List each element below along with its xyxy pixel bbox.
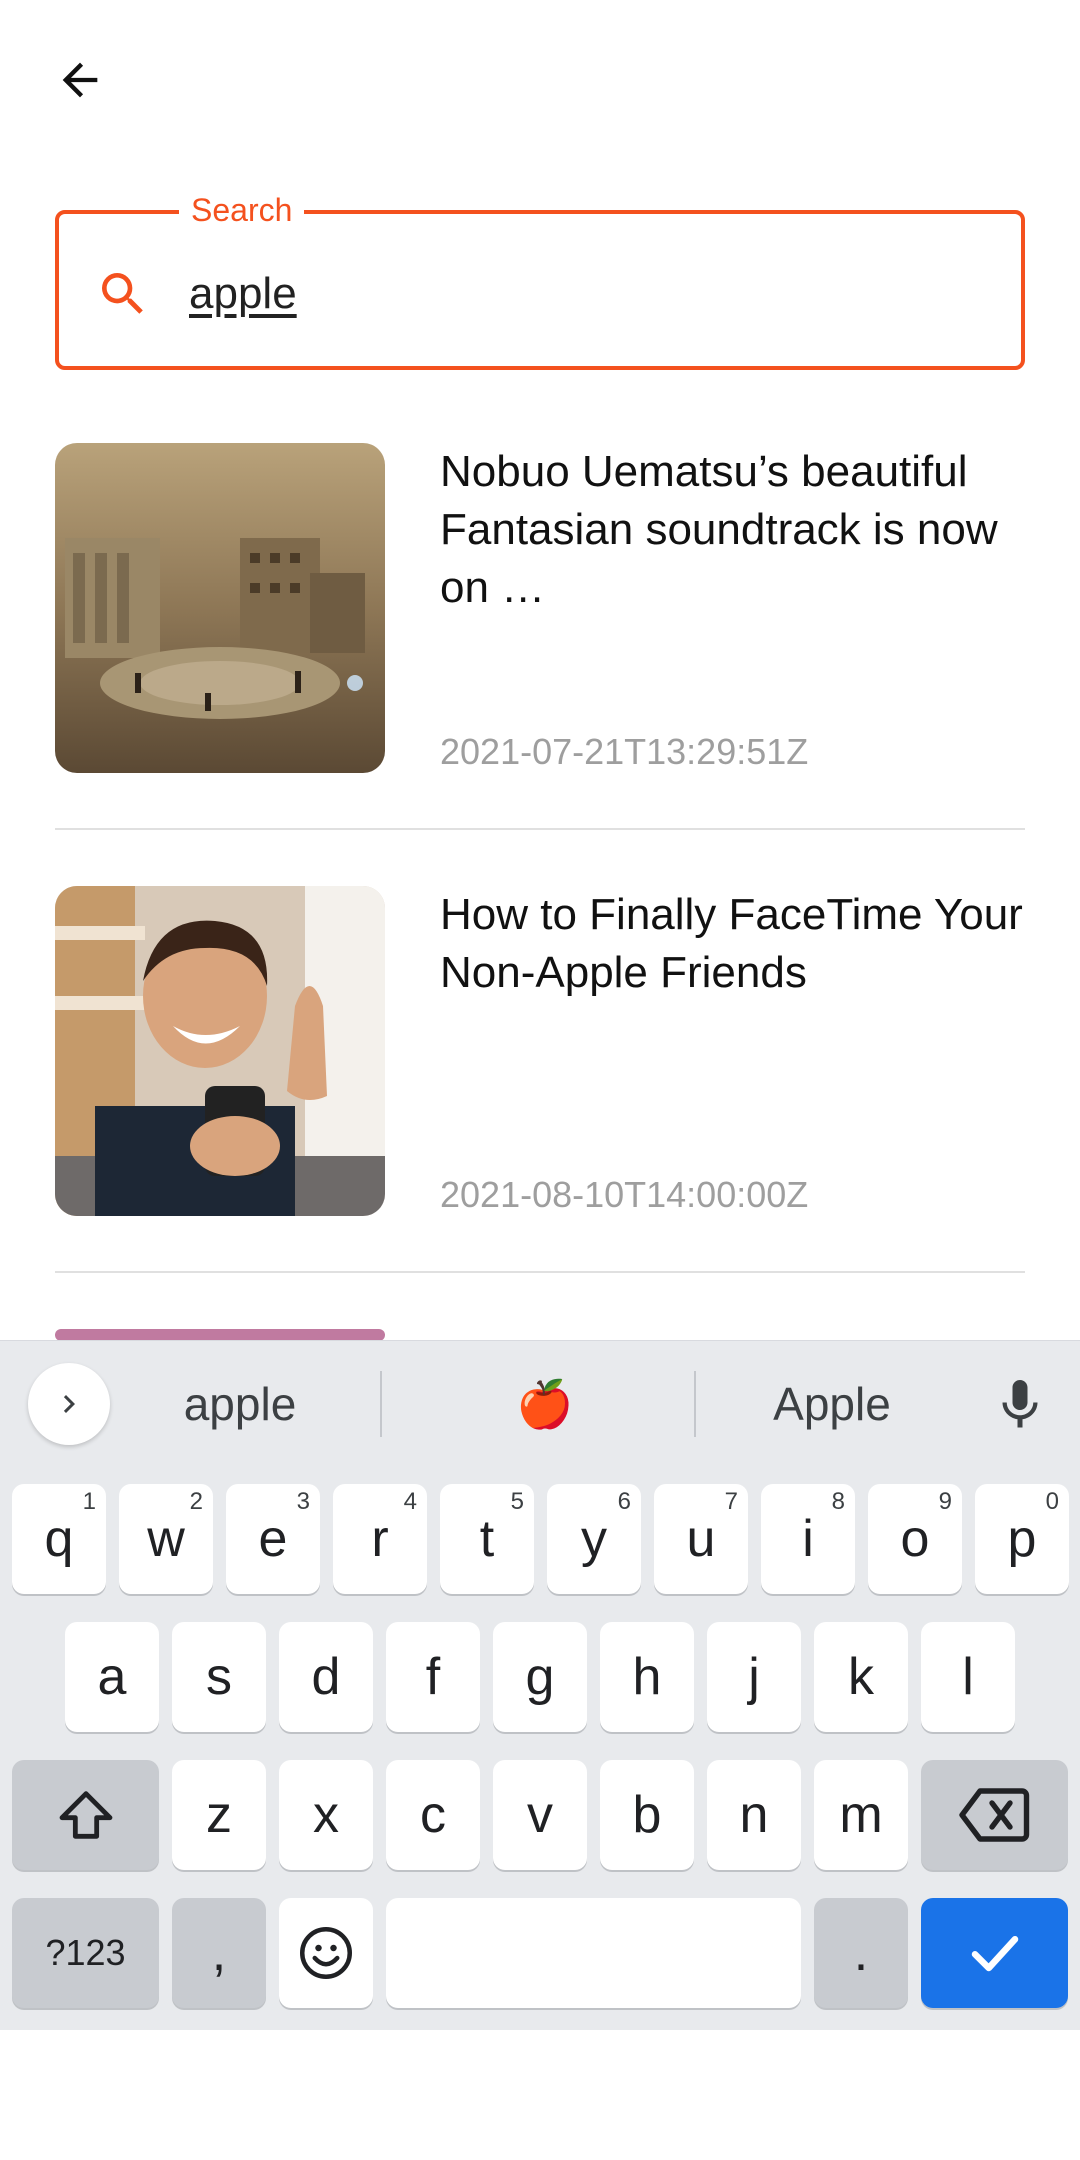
result-thumbnail [55, 443, 385, 773]
key-g[interactable]: g [493, 1622, 587, 1732]
key-a[interactable]: a [65, 1622, 159, 1732]
key-c[interactable]: c [386, 1760, 480, 1870]
screen: Search apple Nobuo Uematsu’s beautiful F… [0, 0, 1080, 2160]
key-label: r [371, 1510, 389, 1568]
key-i[interactable]: i8 [761, 1484, 855, 1594]
key-hint: 8 [831, 1488, 845, 1515]
chevron-right-icon [63, 1395, 75, 1413]
key-hint: 6 [617, 1488, 631, 1515]
result-date: 2021-08-10T14:00:00Z [440, 1174, 809, 1215]
key-z[interactable]: z [172, 1760, 266, 1870]
result-title: How to Finally FaceTime Your Non-Apple F… [440, 890, 1023, 997]
search-field[interactable]: Search apple [55, 190, 1025, 370]
key-b[interactable]: b [600, 1760, 694, 1870]
backspace-icon [958, 1788, 1029, 1842]
key-label: i [802, 1510, 814, 1568]
key-label: y [581, 1510, 607, 1568]
key-hint: 4 [403, 1488, 417, 1515]
key-x[interactable]: x [279, 1760, 373, 1870]
symbols-key[interactable]: ?123 [12, 1898, 159, 2008]
key-m[interactable]: m [814, 1760, 908, 1870]
expand-toolbar-button[interactable] [28, 1363, 110, 1445]
key-hint: 3 [296, 1488, 310, 1515]
result-item[interactable]: Nobuo Uematsu’s beautiful Fantasian soun… [55, 443, 1025, 773]
search-input[interactable]: apple [189, 266, 297, 322]
key-label: o [900, 1510, 930, 1568]
key-q[interactable]: q1 [12, 1484, 106, 1594]
suggestion-capitalized[interactable]: Apple [712, 1369, 952, 1439]
key-h[interactable]: h [600, 1622, 694, 1732]
key-d[interactable]: d [279, 1622, 373, 1732]
back-button[interactable] [40, 40, 120, 120]
result-date: 2021-07-21T13:29:51Z [440, 731, 809, 772]
person-facetime-image [55, 886, 385, 1216]
key-r[interactable]: r4 [333, 1484, 427, 1594]
key-w[interactable]: w2 [119, 1484, 213, 1594]
result-title: Nobuo Uematsu’s beautiful Fantasian soun… [440, 447, 998, 612]
key-label: p [1007, 1510, 1037, 1568]
key-hint: 9 [938, 1488, 952, 1515]
microphone-icon[interactable] [990, 1373, 1050, 1437]
key-f[interactable]: f [386, 1622, 480, 1732]
suggestion-separator [694, 1371, 696, 1437]
shift-icon [59, 1791, 112, 1839]
key-hint: 1 [82, 1488, 96, 1515]
suggestion-apple[interactable]: apple [120, 1369, 360, 1439]
smiley-icon [300, 1927, 352, 1979]
key-label: w [147, 1510, 185, 1568]
key-hint: 7 [724, 1488, 738, 1515]
key-j[interactable]: j [707, 1622, 801, 1732]
period-key[interactable]: . [814, 1898, 908, 2008]
key-t[interactable]: t5 [440, 1484, 534, 1594]
key-o[interactable]: o9 [868, 1484, 962, 1594]
key-e[interactable]: e3 [226, 1484, 320, 1594]
comma-key[interactable]: , [172, 1898, 266, 2008]
onscreen-keyboard: apple 🍎 Apple q1 w2 e3 r4 t5 y6 u7 i8 o9… [0, 1340, 1080, 2030]
key-v[interactable]: v [493, 1760, 587, 1870]
suggestion-separator [380, 1371, 382, 1437]
key-label: e [258, 1510, 288, 1568]
suggestion-bar: apple 🍎 Apple [0, 1341, 1080, 1471]
key-hint: 5 [510, 1488, 524, 1515]
done-key[interactable] [921, 1898, 1068, 2008]
shift-key[interactable] [12, 1760, 159, 1870]
key-p[interactable]: p0 [975, 1484, 1069, 1594]
emoji-key[interactable] [279, 1898, 373, 2008]
key-hint: 0 [1045, 1488, 1059, 1515]
checkmark-icon [971, 1936, 1018, 1972]
navigation-bar [0, 2030, 1080, 2160]
key-n[interactable]: n [707, 1760, 801, 1870]
backspace-key[interactable] [921, 1760, 1068, 1870]
key-label: t [479, 1510, 495, 1568]
key-label: u [686, 1510, 716, 1568]
arrow-left-icon [62, 62, 98, 98]
key-k[interactable]: k [814, 1622, 908, 1732]
divider [55, 828, 1025, 830]
divider [55, 1271, 1025, 1273]
suggestion-emoji[interactable]: 🍎 [400, 1369, 690, 1439]
key-s[interactable]: s [172, 1622, 266, 1732]
space-key[interactable] [386, 1898, 801, 2008]
key-u[interactable]: u7 [654, 1484, 748, 1594]
result-item[interactable]: How to Finally FaceTime Your Non-Apple F… [55, 886, 1025, 1216]
key-label: q [44, 1510, 74, 1568]
search-label: Search [179, 190, 305, 230]
village-scene-image [55, 443, 385, 773]
key-hint: 2 [189, 1488, 203, 1515]
search-icon [102, 273, 143, 314]
key-y[interactable]: y6 [547, 1484, 641, 1594]
result-thumbnail [55, 886, 385, 1216]
key-l[interactable]: l [921, 1622, 1015, 1732]
